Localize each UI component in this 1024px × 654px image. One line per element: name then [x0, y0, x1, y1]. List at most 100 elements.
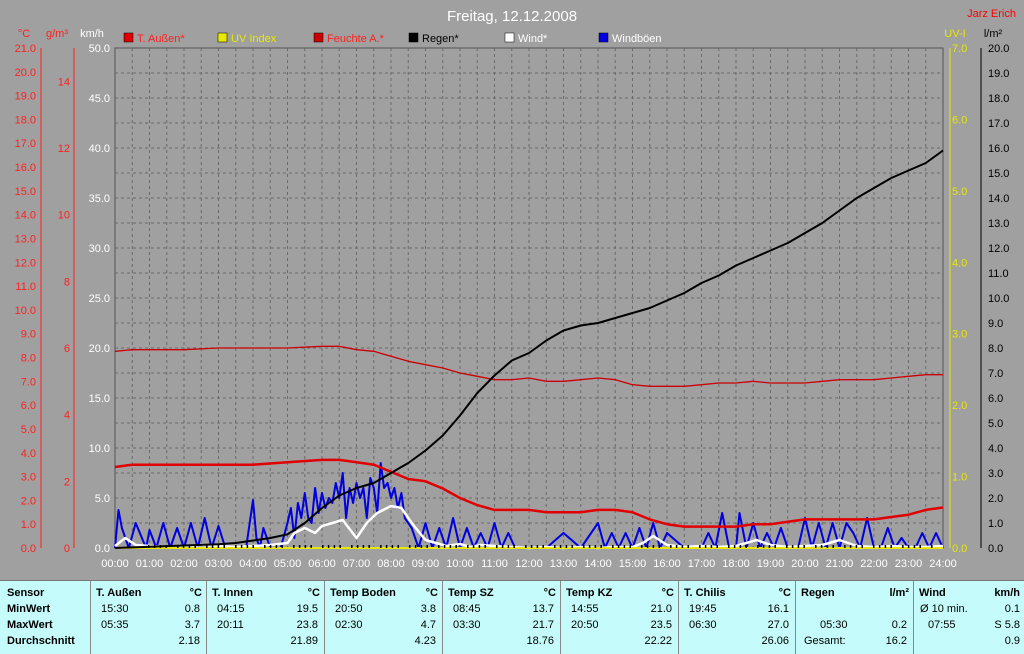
uv-tick-label: 3.0: [952, 329, 967, 341]
lm2-tick-label: 8.0: [988, 343, 1003, 355]
lm2-tick-label: 14.0: [988, 193, 1009, 205]
axis-unit-gm3: g/m³: [46, 28, 68, 40]
x-tick-label: 16:00: [653, 558, 681, 570]
lm2-tick-label: 7.0: [988, 368, 1003, 380]
celsius-tick-label: 10.0: [15, 305, 36, 317]
x-tick-label: 15:00: [619, 558, 647, 570]
x-tick-label: 09:00: [412, 558, 440, 570]
x-tick-label: 19:00: [757, 558, 785, 570]
wind-title: Wind: [919, 587, 946, 599]
celsius-tick-label: 0.0: [21, 543, 36, 555]
celsius-tick-label: 5.0: [21, 424, 36, 436]
lm2-tick-label: 1.0: [988, 518, 1003, 530]
uv-tick-label: 0.0: [952, 543, 967, 555]
x-tick-label: 24:00: [929, 558, 957, 570]
rain-total-label: Gesamt:: [804, 635, 846, 647]
min-time: 19:45: [689, 603, 717, 615]
gm3-tick-label: 6: [64, 343, 70, 355]
celsius-tick-label: 3.0: [21, 472, 36, 484]
gm3-tick-label: 4: [64, 410, 70, 422]
lm2-tick-label: 18.0: [988, 93, 1009, 105]
x-tick-label: 18:00: [722, 558, 750, 570]
axis-unit-uv: UV-I: [944, 28, 965, 40]
gm3-tick-label: 0: [64, 543, 70, 555]
sensor-column: Temp SZ °C 08:45 13.7 03:30 21.7 18.76: [443, 581, 561, 654]
kmh-tick-label: 0.0: [95, 543, 110, 555]
lm2-tick-label: 16.0: [988, 143, 1009, 155]
celsius-tick-label: 1.0: [21, 519, 36, 531]
sensor-column: T. Innen °C 04:15 19.5 20:11 23.8 21.89: [207, 581, 325, 654]
x-tick-label: 01:00: [136, 558, 164, 570]
lm2-tick-label: 3.0: [988, 468, 1003, 480]
lm2-tick-label: 10.0: [988, 293, 1009, 305]
label-max: MaxWert: [7, 619, 53, 631]
rain-max-value: 0.2: [891, 619, 907, 631]
sensor-unit: °C: [778, 587, 791, 599]
avg-value: 26.06: [761, 635, 789, 647]
x-tick-label: 06:00: [308, 558, 336, 570]
max-time: 02:30: [335, 619, 363, 631]
lm2-tick-label: 15.0: [988, 168, 1009, 180]
legend-swatch: [217, 32, 228, 43]
lm2-tick-label: 4.0: [988, 443, 1003, 455]
x-tick-label: 13:00: [550, 558, 578, 570]
kmh-tick-label: 10.0: [89, 443, 110, 455]
sensor-unit: °C: [661, 587, 674, 599]
gm3-tick-label: 10: [58, 210, 70, 222]
x-tick-label: 20:00: [791, 558, 819, 570]
celsius-tick-label: 15.0: [15, 186, 36, 198]
lm2-tick-label: 2.0: [988, 493, 1003, 505]
rain-unit: l/m²: [889, 587, 909, 599]
kmh-tick-label: 20.0: [89, 343, 110, 355]
gm3-tick-label: 12: [58, 143, 70, 155]
sensor-unit: °C: [543, 587, 556, 599]
celsius-tick-label: 20.0: [15, 67, 36, 79]
axis-unit-celsius: °C: [18, 28, 30, 40]
kmh-tick-label: 30.0: [89, 243, 110, 255]
x-tick-label: 04:00: [239, 558, 267, 570]
max-value: 27.0: [767, 619, 789, 631]
min-value: 3.8: [420, 603, 436, 615]
max-time: 05:35: [101, 619, 129, 631]
axis-unit-kmh: km/h: [80, 28, 104, 40]
celsius-tick-label: 13.0: [15, 233, 36, 245]
lm2-tick-label: 19.0: [988, 68, 1009, 80]
sensor-title: T. Innen: [212, 587, 253, 599]
kmh-tick-label: 50.0: [89, 43, 110, 55]
x-tick-label: 07:00: [343, 558, 371, 570]
celsius-tick-label: 8.0: [21, 353, 36, 365]
legend-label: Wind*: [518, 33, 548, 45]
sensor-title: Temp KZ: [566, 587, 613, 599]
x-tick-label: 23:00: [895, 558, 923, 570]
sensor-column: Temp KZ °C 14:55 21.0 20:50 23.5 22.22: [561, 581, 679, 654]
label-avg: Durchschnitt: [7, 635, 75, 647]
celsius-tick-label: 18.0: [15, 114, 36, 126]
sensor-title: T. Außen: [96, 587, 142, 599]
wind-unit: km/h: [994, 587, 1020, 599]
celsius-tick-label: 14.0: [15, 210, 36, 222]
uv-tick-label: 7.0: [952, 43, 967, 55]
legend-swatch: [123, 32, 134, 43]
celsius-tick-label: 11.0: [15, 281, 36, 293]
avg-value: 2.18: [178, 635, 200, 647]
lm2-tick-label: 20.0: [988, 43, 1009, 55]
x-tick-label: 21:00: [826, 558, 854, 570]
author-label: Jarz Erich: [967, 8, 1016, 20]
legend-label: Feuchte A.*: [327, 33, 385, 45]
label-sensor: Sensor: [7, 587, 45, 599]
gm3-tick-label: 2: [64, 476, 70, 488]
min-value: 16.1: [767, 603, 789, 615]
celsius-tick-label: 2.0: [21, 495, 36, 507]
wind-min-label: Ø 10 min.: [920, 603, 968, 615]
avg-value: 18.76: [526, 635, 554, 647]
gm3-tick-label: 8: [64, 276, 70, 288]
celsius-tick-label: 4.0: [21, 448, 36, 460]
celsius-tick-label: 16.0: [15, 162, 36, 174]
min-time: 20:50: [335, 603, 363, 615]
kmh-tick-label: 15.0: [89, 393, 110, 405]
legend-swatch: [598, 32, 609, 43]
sensor-title: Temp SZ: [448, 587, 494, 599]
avg-value: 21.89: [290, 635, 318, 647]
celsius-tick-label: 6.0: [21, 400, 36, 412]
label-min: MinWert: [7, 603, 51, 615]
